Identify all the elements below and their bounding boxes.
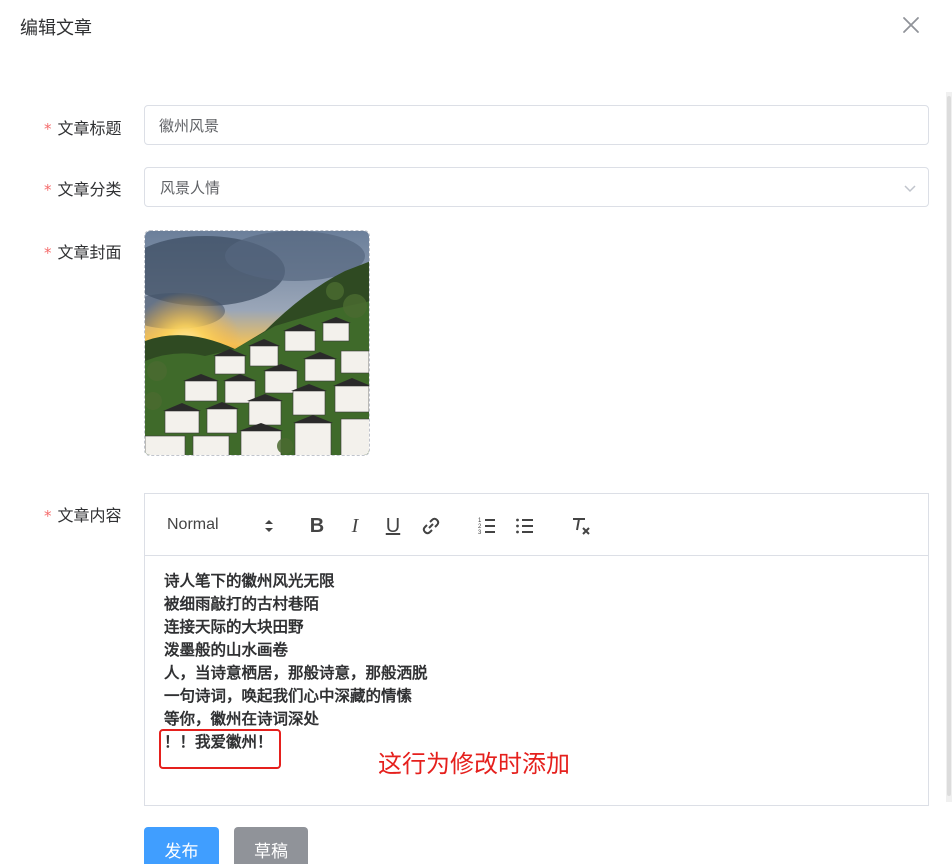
title-label-text: 文章标题 <box>57 119 122 138</box>
category-select-value: 风景人情 <box>160 179 221 197</box>
title-label: * 文章标题 <box>44 115 122 139</box>
editor-line: 等你，徽州在诗词深处 <box>164 710 320 728</box>
bullet-list-icon[interactable] <box>513 514 537 538</box>
annotation-text: 这行为修改时添加 <box>378 750 570 778</box>
required-mark: * <box>44 120 52 138</box>
ordered-list-icon[interactable]: 123 <box>475 514 499 538</box>
category-select[interactable]: 风景人情 <box>144 167 929 207</box>
content-label: * 文章内容 <box>44 502 122 526</box>
editor-line: 泼墨般的山水画卷 <box>164 641 289 659</box>
publish-button[interactable]: 发布 <box>144 827 219 864</box>
required-mark: * <box>44 181 52 199</box>
cover-label: * 文章封面 <box>44 239 122 263</box>
header-picker-label: Normal <box>167 516 219 533</box>
editor-line: 连接天际的大块田野 <box>164 618 304 636</box>
link-icon[interactable] <box>419 514 443 538</box>
scrollbar-thumb[interactable] <box>947 96 951 796</box>
updown-arrows-icon <box>265 520 273 532</box>
italic-button[interactable]: I <box>343 514 367 538</box>
chevron-down-icon <box>904 185 916 193</box>
title-input-wrapper <box>144 105 929 145</box>
content-label-text: 文章内容 <box>57 506 122 525</box>
category-label: * 文章分类 <box>44 176 122 200</box>
editor-line: 诗人笔下的徽州风光无限 <box>164 572 335 590</box>
clear-format-icon[interactable] <box>569 514 593 538</box>
header-picker[interactable]: Normal <box>167 514 275 538</box>
svg-text:3: 3 <box>478 530 482 536</box>
required-mark: * <box>44 244 52 262</box>
editor-content[interactable]: 诗人笔下的徽州风光无限 被细雨敲打的古村巷陌 连接天际的大块田野 泼墨般的山水画… <box>145 556 928 754</box>
required-mark: * <box>44 507 52 525</box>
editor-line: 人，当诗意栖居，那般诗意，那般洒脱 <box>164 664 428 682</box>
dialog-title: 编辑文章 <box>20 18 92 39</box>
editor-line: 一句诗词，唤起我们心中深藏的情愫 <box>164 687 413 705</box>
draft-button[interactable]: 草稿 <box>234 827 308 864</box>
highlight-annotation-box <box>159 729 281 769</box>
underline-button[interactable]: U <box>381 514 405 538</box>
category-label-text: 文章分类 <box>57 180 122 199</box>
editor-line: 被细雨敲打的古村巷陌 <box>164 595 320 613</box>
cover-image <box>145 231 369 455</box>
bold-button[interactable]: B <box>305 514 329 538</box>
cover-uploader[interactable] <box>144 230 370 456</box>
close-icon[interactable] <box>896 10 926 40</box>
editor-toolbar: Normal B I U 123 <box>145 494 928 556</box>
cover-label-text: 文章封面 <box>57 243 122 262</box>
title-input[interactable] <box>145 106 928 144</box>
